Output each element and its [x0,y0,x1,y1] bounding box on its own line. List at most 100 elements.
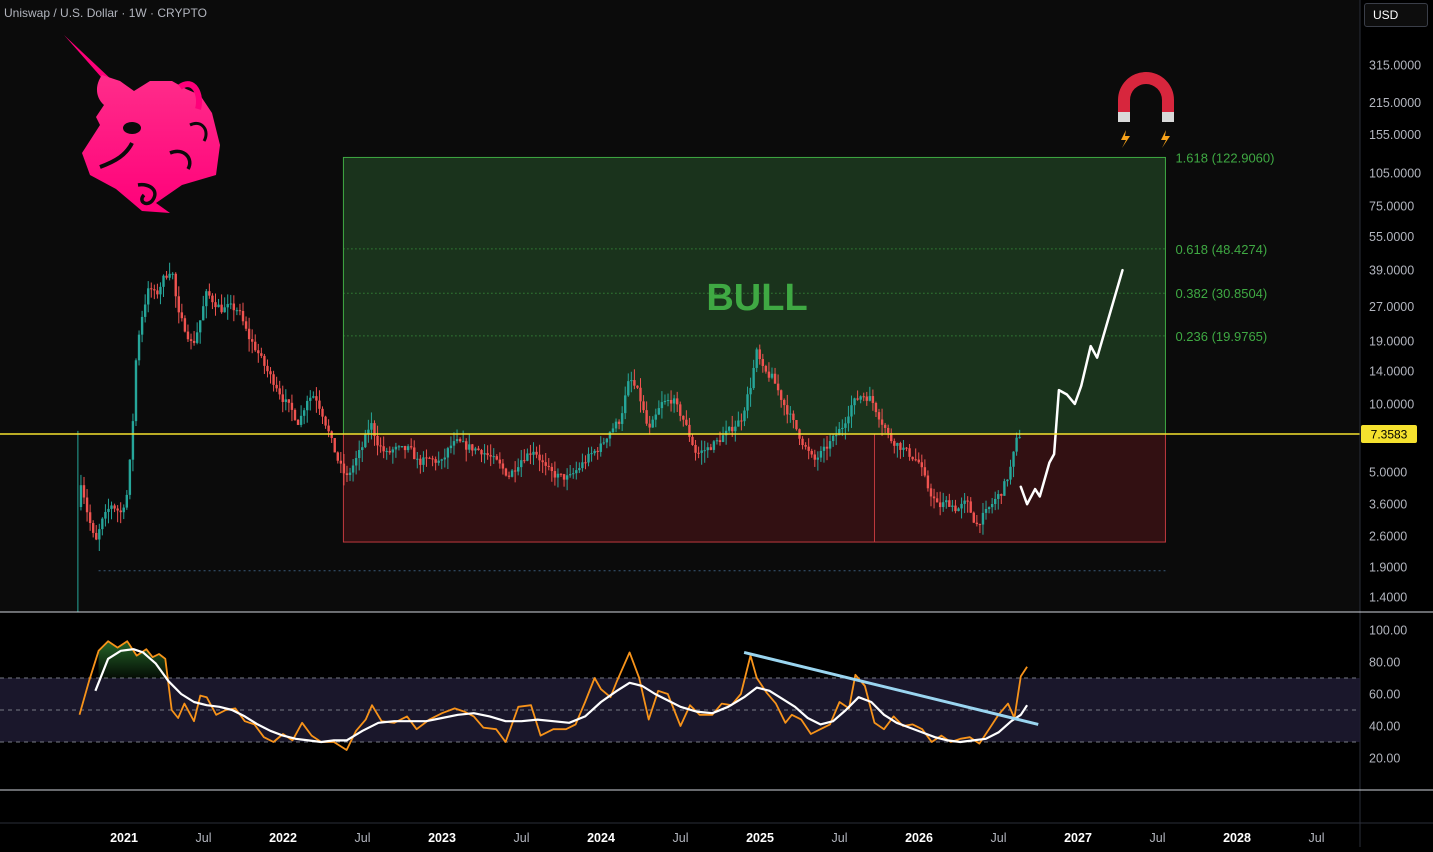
candle-body [290,402,294,410]
time-axis-tick: 2024 [587,831,615,845]
candle-body [354,458,358,466]
candle-body [1012,451,1015,467]
candle-body [590,453,593,455]
candle-body [122,507,125,513]
price-axis-tick: 10.0000 [1369,397,1414,411]
candle-body [238,310,242,312]
price-axis-tick: 315.0000 [1369,59,1421,73]
candle-body [535,451,538,455]
candle-body [85,497,89,513]
chart-container[interactable]: 1.618 (122.9060) 0.618 (48.4274) 0.382 (30… [0,0,1433,847]
candle-body [868,396,872,401]
candle-body [596,450,599,452]
candle-body [198,320,202,333]
time-axis-tick: Jul [673,831,689,845]
candle-body [960,503,963,509]
candle-body [443,457,447,460]
candle-body [299,415,303,425]
candle-body [905,447,908,449]
candle-body [572,473,575,475]
candle-body [458,439,462,442]
candle-body [651,419,654,428]
candle-body [639,387,642,402]
candle-body [446,448,450,458]
time-axis-tick: 2028 [1223,831,1251,845]
candle-body [663,400,667,403]
candle-body [645,410,648,424]
candle-body [691,436,694,445]
candle-body [948,500,951,507]
fib-level-label: 0.236 (19.9765) [1175,329,1267,344]
candle-body [177,296,180,313]
candle-body [1009,466,1012,480]
candle-body [351,465,355,473]
candle-body [422,457,425,465]
time-axis-tick: 2027 [1064,831,1092,845]
candle-body [406,446,410,451]
candle-body [886,427,890,433]
candle-body [770,373,774,378]
price-chart-svg[interactable]: 1.618 (122.9060) 0.618 (48.4274) 0.382 (30… [0,0,1433,847]
price-axis-tick: 19.0000 [1369,334,1414,348]
symbol-title[interactable]: Uniswap / U.S. Dollar · 1W · CRYPTO [4,6,207,20]
candle-body [431,458,434,460]
candle-body [556,473,560,478]
candle-body [312,396,315,398]
candle-body [758,349,761,360]
time-axis-tick: Jul [832,831,848,845]
candle-body [727,426,731,431]
candle-body [816,457,820,460]
candle-body [1018,437,1021,439]
currency-button[interactable]: USD [1364,3,1428,27]
candle-body [361,447,364,451]
candle-body [562,474,566,480]
candle-body [165,275,168,278]
candle-body [529,453,532,455]
candle-body [113,505,116,509]
candle-body [425,457,428,459]
candle-body [440,459,443,461]
candle-body [666,400,670,402]
candle-body [272,374,275,385]
candle-body [284,399,288,402]
candle-body [208,291,211,296]
candle-body [828,441,832,449]
candle-body [220,304,223,313]
candle-body [306,400,309,411]
candle-body [740,420,743,422]
candle-body [217,304,220,308]
candle-body [342,463,346,474]
candle-body [321,408,324,417]
candle-body [648,423,651,428]
candle-body [920,462,924,468]
candle-body [235,310,239,312]
candle-body [287,399,291,403]
candle-body [743,410,746,422]
candle-body [877,412,881,420]
candle-body [822,446,826,451]
candle-body [226,304,229,308]
candle-body [559,473,563,475]
candle-body [565,475,569,480]
candle-body [688,424,691,437]
candle-body [819,450,823,458]
candle-body [718,440,722,442]
time-axis-tick: Jul [514,831,530,845]
candle-body [587,453,590,463]
candle-body [932,496,936,499]
candle-body [510,470,514,477]
candle-body [501,463,505,469]
candle-body [605,438,609,443]
price-axis-tick: 39.0000 [1369,264,1414,278]
price-axis-tick: 2.6000 [1369,530,1407,544]
rsi-axis-tick: 80.00 [1369,656,1400,670]
candle-body [975,522,979,525]
candle-body [486,453,489,456]
candle-body [309,397,312,401]
candle-body [624,395,627,414]
candle-body [908,448,911,457]
candle-body [302,410,306,416]
candle-body [987,507,991,509]
candle-body [229,303,232,305]
candle-body [893,441,896,446]
